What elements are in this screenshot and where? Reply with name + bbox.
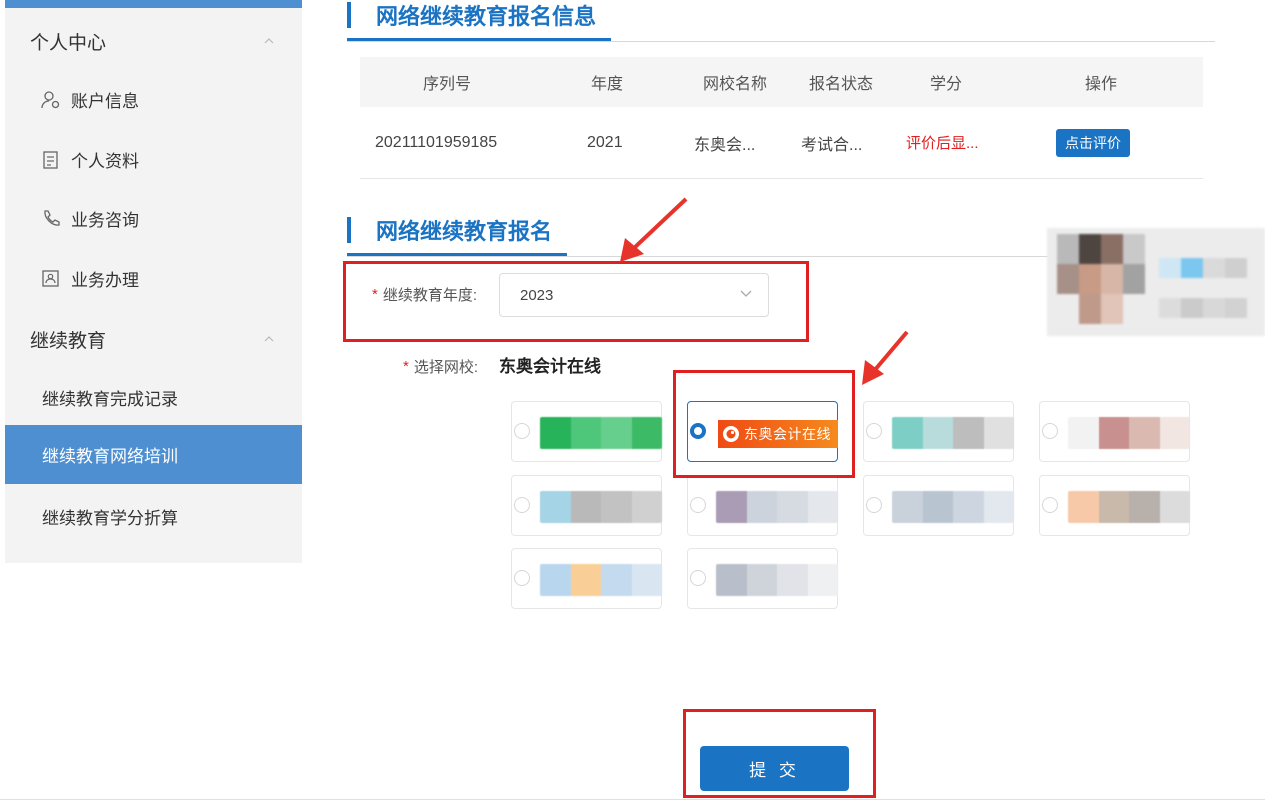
cell-serial: 20211101959185 [375, 133, 498, 151]
school-logo-blurred [1068, 417, 1190, 449]
blurred-avatar [1047, 228, 1265, 336]
highlight-box-year [343, 261, 809, 342]
selected-school-name: 东奥会计在线 [499, 357, 601, 376]
radio-button[interactable] [866, 423, 882, 439]
arrow-to-year [620, 197, 688, 262]
school-option[interactable] [511, 401, 662, 462]
school-logo-blurred [1068, 491, 1190, 523]
section-accent-bar [347, 217, 351, 243]
sidebar-item-business[interactable]: 业务办理 [5, 249, 302, 308]
sidebar-top-accent [5, 0, 302, 8]
phone-icon [40, 208, 62, 230]
school-logo-blurred [892, 417, 1014, 449]
sidebar-item-label: 个人资料 [71, 152, 139, 171]
chevron-up-icon [264, 38, 274, 44]
school-label-text: 选择网校: [413, 359, 479, 376]
sidebar-item-label: 业务咨询 [71, 211, 139, 230]
radio-button[interactable] [1042, 497, 1058, 513]
school-option[interactable] [863, 475, 1014, 536]
account-user-icon [40, 89, 62, 111]
school-logo-blurred [716, 491, 838, 523]
column-header-serial: 序列号 [423, 76, 472, 93]
school-logo-blurred [540, 417, 662, 449]
school-logo-blurred [540, 564, 662, 596]
school-logo-blurred [892, 491, 1014, 523]
column-header-action: 操作 [1085, 76, 1118, 93]
school-logo-blurred [716, 564, 838, 596]
sidebar-item-network-training[interactable]: 继续教育网络培训 [5, 425, 302, 484]
sidebar-group-label: 个人中心 [30, 32, 107, 54]
sidebar-item-label: 账户信息 [71, 92, 139, 111]
cell-credit: 评价后显... [906, 135, 979, 152]
school-option[interactable] [1039, 475, 1190, 536]
school-option[interactable] [511, 548, 662, 609]
profile-document-icon [40, 149, 62, 171]
radio-button[interactable] [1042, 423, 1058, 439]
sidebar-item-label: 业务办理 [71, 271, 139, 290]
evaluate-button[interactable]: 点击评价 [1056, 128, 1130, 157]
sidebar-item-account[interactable]: 账户信息 [5, 70, 302, 129]
cell-school: 东奥会... [694, 136, 756, 154]
column-header-school: 网校名称 [703, 76, 768, 93]
info-section-title: 网络继续教育报名信息 [347, 0, 596, 34]
radio-button[interactable] [514, 570, 530, 586]
sidebar-item-profile[interactable]: 个人资料 [5, 130, 302, 189]
sidebar-item-label: 继续教育学分折算 [42, 509, 178, 528]
arrow-to-school [862, 330, 909, 385]
sidebar-group-personal[interactable]: 个人中心 [5, 12, 302, 70]
sidebar: 个人中心 账户信息 个人资料 业务咨询 业务办理 继续教育 继续教育完成记录 继… [5, 0, 302, 563]
sidebar-item-label: 继续教育完成记录 [42, 390, 178, 409]
cell-status: 考试合... [801, 136, 863, 154]
school-option[interactable] [687, 475, 838, 536]
sidebar-item-label: 继续教育网络培训 [42, 447, 178, 466]
sidebar-group-label: 继续教育 [30, 330, 107, 352]
section-divider [347, 41, 1215, 42]
school-option[interactable] [863, 401, 1014, 462]
sidebar-item-credit-conversion[interactable]: 继续教育学分折算 [5, 487, 302, 546]
section-title-text: 网络继续教育报名信息 [376, 4, 597, 29]
signup-section-title: 网络继续教育报名 [347, 211, 552, 249]
business-handle-icon [40, 268, 62, 290]
school-option[interactable] [1039, 401, 1190, 462]
highlight-box-school [673, 370, 855, 478]
bottom-divider [0, 799, 1265, 800]
table-header: 序列号 年度 网校名称 报名状态 学分 操作 [360, 57, 1203, 107]
column-header-credit: 学分 [930, 76, 963, 93]
school-logo-blurred [540, 491, 662, 523]
chevron-up-icon [264, 336, 274, 342]
column-header-year: 年度 [591, 76, 624, 93]
column-header-status: 报名状态 [809, 76, 874, 93]
radio-button[interactable] [690, 570, 706, 586]
sidebar-item-completion-record[interactable]: 继续教育完成记录 [5, 368, 302, 427]
school-option[interactable] [511, 475, 662, 536]
highlight-box-submit [683, 709, 876, 798]
radio-button[interactable] [866, 497, 882, 513]
section-title-text: 网络继续教育报名 [376, 219, 553, 244]
radio-button[interactable] [514, 497, 530, 513]
sidebar-item-consult[interactable]: 业务咨询 [5, 189, 302, 248]
section-accent-bar [347, 2, 351, 28]
radio-button[interactable] [514, 423, 530, 439]
table-row: 20211101959185 2021 东奥会... 考试合... 评价后显..… [360, 107, 1203, 179]
school-option[interactable] [687, 548, 838, 609]
cell-year: 2021 [587, 133, 623, 151]
required-marker: * [403, 358, 409, 375]
sidebar-group-education[interactable]: 继续教育 [5, 310, 302, 368]
school-label: * 选择网校: [403, 356, 478, 377]
radio-button[interactable] [690, 497, 706, 513]
